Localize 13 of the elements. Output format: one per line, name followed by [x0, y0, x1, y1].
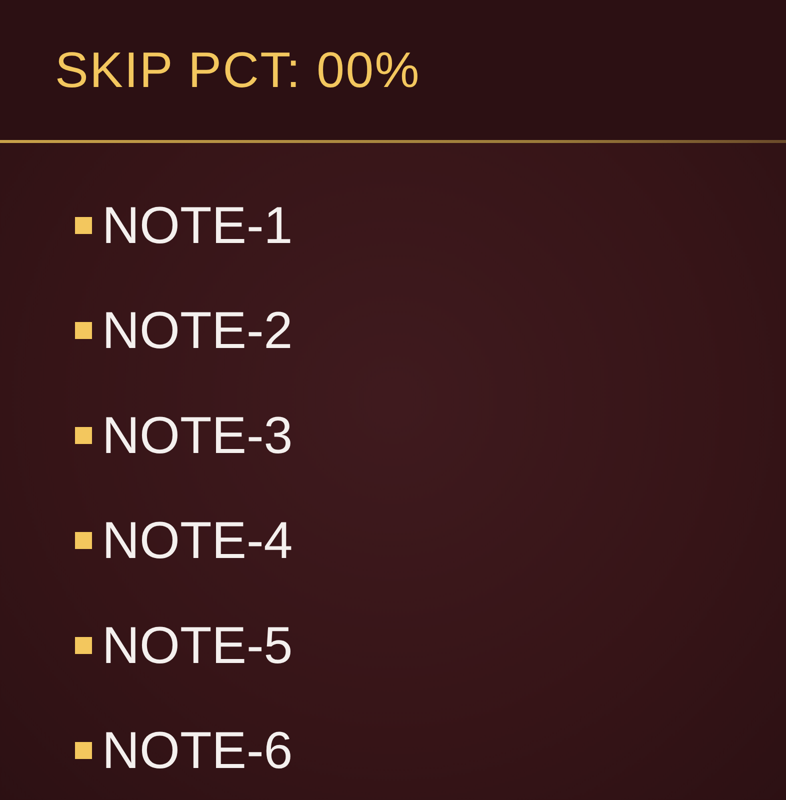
note-label: NOTE-5 [102, 620, 293, 672]
note-label: NOTE-4 [102, 514, 293, 566]
bullet-icon [75, 532, 92, 549]
bullet-icon [75, 217, 92, 234]
note-label: NOTE-3 [102, 410, 293, 462]
note-label: NOTE-1 [102, 200, 293, 252]
note-label: NOTE-2 [102, 304, 293, 356]
skip-percentage-label: SKIP PCT: 00% [55, 45, 420, 95]
bullet-icon [75, 637, 92, 654]
bullet-icon [75, 322, 92, 339]
bullet-icon [75, 742, 92, 759]
bullet-icon [75, 427, 92, 444]
note-label: NOTE-6 [102, 724, 293, 776]
